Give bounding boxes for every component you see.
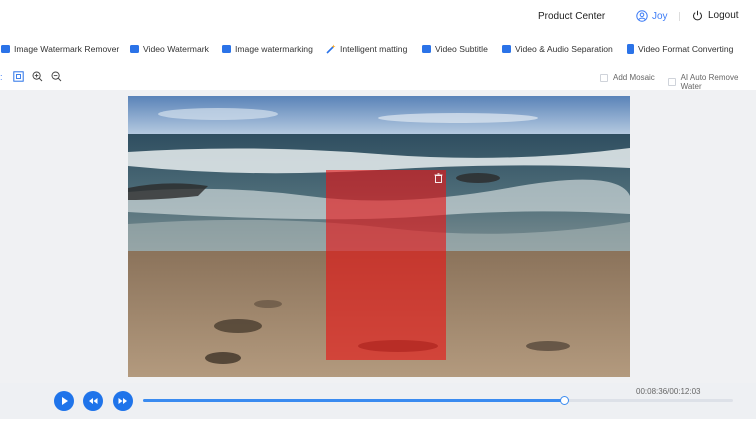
image-icon [1,45,10,53]
tool-bar: Image Watermark Remover Video Watermark … [0,34,756,66]
video-icon [130,45,139,53]
video-stage [0,90,756,383]
ai-auto-remove-checkbox[interactable] [668,78,676,86]
watermark-mask-box[interactable] [326,170,446,360]
edit-options-bar: : Add Mosaic AI Auto Remove Water [0,66,756,91]
tool-label: Video Subtitle [435,44,488,54]
rewind-button[interactable] [83,391,103,411]
magic-wand-icon [326,44,336,54]
player-controls: 00:08:36/00:12:03 [0,383,756,419]
user-name: Joy [652,10,668,22]
document-icon [627,44,634,54]
tool-image-watermark-remover[interactable]: Image Watermark Remover [1,44,119,54]
top-bar: Product Center Joy Logout [0,0,756,34]
fast-forward-button[interactable] [113,391,133,411]
footer-strip [0,419,756,426]
tool-label: Intelligent matting [340,44,408,54]
tool-label: Video Watermark [143,44,209,54]
logout-button[interactable]: Logout [692,10,739,21]
divider [679,12,680,21]
tool-video-audio-separation[interactable]: Video & Audio Separation [502,44,613,54]
play-icon [62,397,68,405]
ai-auto-remove-label: AI Auto Remove Water [680,73,739,91]
power-icon [693,10,702,21]
tool-video-watermark[interactable]: Video Watermark [130,44,209,54]
user-avatar-icon [636,10,648,22]
progress-track[interactable] [143,396,733,405]
delete-icon[interactable] [434,173,443,183]
logout-label: Logout [708,10,739,21]
progress-handle[interactable] [560,396,570,405]
video-icon [422,45,431,53]
product-center-link[interactable]: Product Center [538,11,605,22]
tool-label: Video & Audio Separation [515,44,613,54]
tool-video-format-converting[interactable]: Video Format Converting [627,44,733,54]
user-menu[interactable]: Joy [636,10,668,22]
image-icon [222,45,231,53]
fit-frame-icon[interactable] [12,71,24,82]
add-mosaic-checkbox[interactable] [600,73,608,82]
rewind-icon [89,398,98,404]
time-readout: 00:08:36/00:12:03 [636,387,701,396]
fast-forward-icon [118,398,127,404]
tool-video-subtitle[interactable]: Video Subtitle [422,44,488,54]
add-mosaic-label: Add Mosaic [613,73,655,82]
tool-label: Image Watermark Remover [14,44,120,54]
play-button[interactable] [54,391,74,411]
video-icon [502,45,511,53]
ai-auto-remove-option[interactable]: AI Auto Remove Water [668,73,756,91]
tool-intelligent-matting[interactable]: Intelligent matting [326,44,407,54]
tool-label: Image watermarking [235,44,313,54]
zoom-out-icon[interactable] [51,71,62,82]
progress-fill [143,399,565,402]
tool-label: Video Format Converting [638,44,734,54]
zoom-in-icon[interactable] [32,71,43,82]
video-frame[interactable] [128,96,630,377]
zoom-controls: : [0,71,62,82]
add-mosaic-option[interactable]: Add Mosaic [600,73,655,82]
tool-image-watermarking[interactable]: Image watermarking [222,44,313,54]
handle-icon: : [0,71,3,82]
